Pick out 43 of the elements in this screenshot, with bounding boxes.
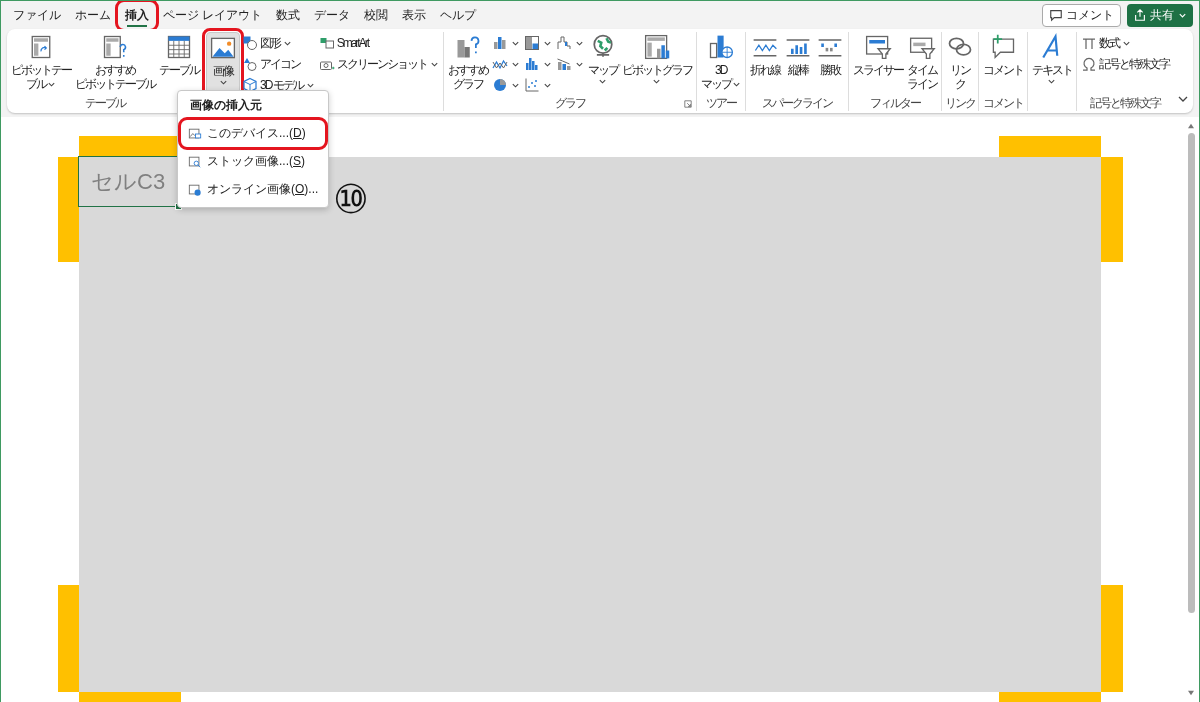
ribbon-button[interactable]: スライサー bbox=[850, 32, 905, 96]
menu-item[interactable]: このデバイス...(D) bbox=[182, 121, 325, 146]
step-number: ⑩ bbox=[333, 177, 369, 221]
ribbon-tab[interactable]: ホーム bbox=[69, 2, 117, 28]
ribbon-tab[interactable]: ヘルプ bbox=[434, 2, 483, 28]
ribbon-button[interactable]: 3D マップ bbox=[698, 32, 743, 96]
ribbon-tab[interactable]: 校閲 bbox=[358, 2, 395, 28]
ribbon-tab[interactable]: 表示 bbox=[396, 2, 433, 28]
ribbon-button[interactable]: アイコン bbox=[240, 54, 317, 74]
share-button[interactable]: 共有 bbox=[1127, 3, 1193, 27]
ribbon-tab[interactable]: ページ レイアウト bbox=[157, 2, 269, 28]
ribbon-button[interactable]: スクリーンショット bbox=[316, 54, 441, 74]
ribbon-button[interactable]: 図形 bbox=[240, 33, 317, 53]
group-label: グラフ bbox=[554, 95, 585, 112]
ribbon-button[interactable]: ピボットグラフ bbox=[619, 32, 694, 96]
group-label: リンク bbox=[944, 95, 975, 112]
ribbon-button[interactable]: 縦棒 bbox=[781, 32, 814, 96]
menu-item[interactable]: ストック画像...(S) bbox=[182, 149, 325, 174]
ribbon-button[interactable]: SmartArt bbox=[316, 33, 441, 53]
menu-item[interactable]: オンライン画像(O)... bbox=[182, 177, 325, 202]
ribbon-button[interactable]: リン ク bbox=[943, 32, 976, 96]
ribbon-button[interactable]: おすすめ ピボットテーブル bbox=[73, 32, 157, 96]
ribbon-button[interactable]: マップ bbox=[585, 32, 620, 96]
ribbon-button[interactable]: コメント bbox=[980, 32, 1025, 96]
ribbon-button[interactable]: テキスト bbox=[1029, 32, 1074, 96]
comments-button[interactable]: コメント bbox=[1042, 3, 1121, 27]
ribbon-button[interactable]: タイム ライン bbox=[904, 32, 939, 96]
menu-heading: 画像の挿入元 bbox=[189, 97, 263, 114]
ribbon-tab[interactable]: ファイル bbox=[7, 2, 67, 28]
group-label: ツアー bbox=[705, 95, 736, 112]
ribbon-tab[interactable]: 数式 bbox=[270, 2, 307, 28]
group-label: コメント bbox=[982, 95, 1023, 112]
ribbon-button[interactable]: ピボットテー ブル bbox=[9, 32, 73, 96]
group-label: 記号と特殊文字 bbox=[1089, 95, 1160, 112]
ribbon-button[interactable]: 勝敗 bbox=[813, 32, 846, 96]
group-label: テーブル bbox=[85, 95, 125, 112]
ribbon-button[interactable]: 数式 bbox=[1078, 33, 1171, 53]
ribbon-button[interactable]: 折れ線 bbox=[747, 32, 782, 96]
ribbon-tab[interactable]: データ bbox=[308, 2, 357, 28]
group-label: フィルター bbox=[869, 95, 920, 112]
group-label: スパークライン bbox=[761, 95, 832, 112]
ribbon-button[interactable]: 記号と特殊文字 bbox=[1078, 54, 1171, 74]
ribbon-button[interactable]: おすすめ グラフ bbox=[445, 32, 490, 96]
